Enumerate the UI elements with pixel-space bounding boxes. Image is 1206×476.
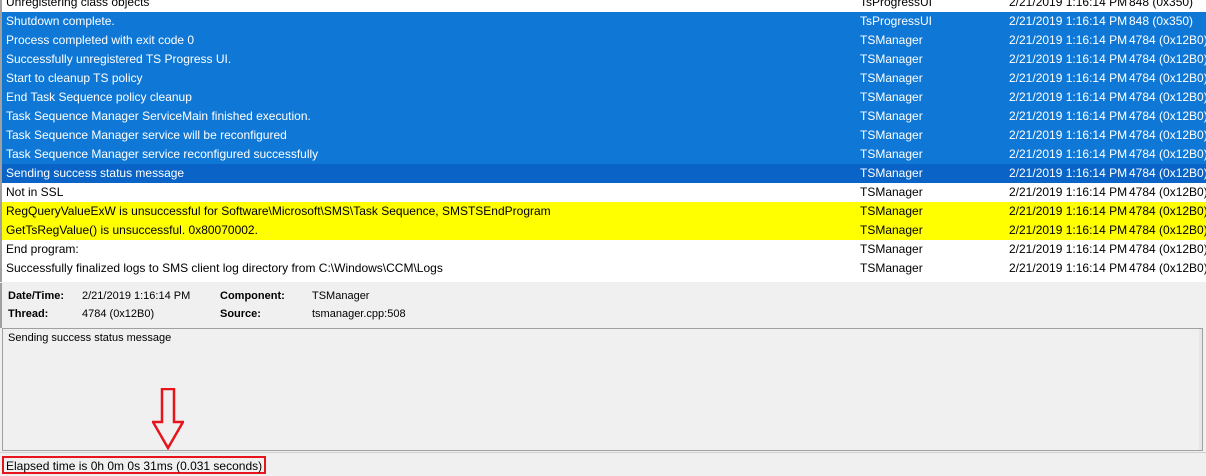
log-list[interactable]: Unregistering class objects TsProgressUI 2… xyxy=(0,0,1206,282)
log-row[interactable]: End program: TSManager 2/21/2019 1:16:14 P… xyxy=(2,240,1206,259)
status-bar: Elapsed time is 0h 0m 0s 31ms (0.031 sec… xyxy=(0,452,1206,476)
log-component-cell: TSManager xyxy=(860,261,923,275)
log-thread-cell: 4784 (0x12B0) xyxy=(1129,109,1206,123)
log-thread-cell: 4784 (0x12B0) xyxy=(1129,71,1206,85)
log-component-cell: TSManager xyxy=(860,33,923,47)
source-value: tsmanager.cpp:508 xyxy=(312,308,406,320)
component-label: Component: xyxy=(220,290,285,302)
log-row[interactable]: End Task Sequence policy cleanup TSManage… xyxy=(2,88,1206,107)
log-row[interactable]: Sending success status message TSManager 2… xyxy=(2,164,1206,183)
log-datetime-cell: 2/21/2019 1:16:14 PM xyxy=(1009,33,1127,47)
log-thread-cell: 4784 (0x12B0) xyxy=(1129,242,1206,256)
log-datetime-cell: 2/21/2019 1:16:14 PM xyxy=(1009,242,1127,256)
log-component-cell: TSManager xyxy=(860,242,923,256)
log-message-cell: End program: xyxy=(6,242,79,256)
thread-value: 4784 (0x12B0) xyxy=(82,308,155,320)
log-datetime-cell: 2/21/2019 1:16:14 PM xyxy=(1009,166,1127,180)
component-value: TSManager xyxy=(312,290,370,302)
log-thread-cell: 4784 (0x12B0) xyxy=(1129,166,1206,180)
cmtrace-window: Unregistering class objects TsProgressUI 2… xyxy=(0,0,1206,476)
log-row[interactable]: Task Sequence Manager service will be re… xyxy=(2,126,1206,145)
message-scrollbar[interactable] xyxy=(1199,329,1202,450)
log-message-cell: Successfully finalized logs to SMS clien… xyxy=(6,261,443,275)
log-message-cell: Task Sequence Manager ServiceMain finish… xyxy=(6,109,311,123)
log-message-cell: Start to cleanup TS policy xyxy=(6,71,143,85)
log-thread-cell: 4784 (0x12B0) xyxy=(1129,128,1206,142)
log-datetime-cell: 2/21/2019 1:16:14 PM xyxy=(1009,204,1127,218)
log-component-cell: TSManager xyxy=(860,204,923,218)
log-datetime-cell: 2/21/2019 1:16:14 PM xyxy=(1009,71,1127,85)
log-row[interactable]: Unregistering class objects TsProgressUI 2… xyxy=(2,0,1206,12)
log-component-cell: TSManager xyxy=(860,90,923,104)
log-row[interactable]: Task Sequence Manager ServiceMain finish… xyxy=(2,107,1206,126)
log-component-cell: TSManager xyxy=(860,128,923,142)
log-component-cell: TsProgressUI xyxy=(860,14,933,28)
log-thread-cell: 4784 (0x12B0) xyxy=(1129,52,1206,66)
log-row[interactable]: Shutdown complete. TsProgressUI 2/21/2019 … xyxy=(2,12,1206,31)
log-component-cell: TSManager xyxy=(860,71,923,85)
datetime-label: Date/Time: xyxy=(8,290,65,302)
log-thread-cell: 4784 (0x12B0) xyxy=(1129,147,1206,161)
log-datetime-cell: 2/21/2019 1:16:14 PM xyxy=(1009,14,1127,28)
log-component-cell: TsProgressUI xyxy=(860,0,933,9)
log-message-cell: Process completed with exit code 0 xyxy=(6,33,195,47)
log-datetime-cell: 2/21/2019 1:16:14 PM xyxy=(1009,90,1127,104)
log-message-cell: Sending success status message xyxy=(6,166,185,180)
log-thread-cell: 4784 (0x12B0) xyxy=(1129,223,1206,237)
log-thread-cell: 4784 (0x12B0) xyxy=(1129,90,1206,104)
log-message-cell: Unregistering class objects xyxy=(6,0,150,9)
log-datetime-cell: 2/21/2019 1:16:14 PM xyxy=(1009,261,1127,275)
log-thread-cell: 4784 (0x12B0) xyxy=(1129,33,1206,47)
log-row[interactable]: Successfully unregistered TS Progress UI… xyxy=(2,50,1206,69)
log-row[interactable]: Task Sequence Manager service reconfigur… xyxy=(2,145,1206,164)
log-component-cell: TSManager xyxy=(860,223,923,237)
log-thread-cell: 4784 (0x12B0) xyxy=(1129,185,1206,199)
log-message-cell: Shutdown complete. xyxy=(6,14,115,28)
log-datetime-cell: 2/21/2019 1:16:14 PM xyxy=(1009,147,1127,161)
log-message-cell: Task Sequence Manager service will be re… xyxy=(6,128,287,142)
down-arrow-icon xyxy=(152,388,184,450)
log-datetime-cell: 2/21/2019 1:16:14 PM xyxy=(1009,0,1127,9)
log-component-cell: TSManager xyxy=(860,109,923,123)
log-datetime-cell: 2/21/2019 1:16:14 PM xyxy=(1009,52,1127,66)
source-label: Source: xyxy=(220,308,261,320)
log-component-cell: TSManager xyxy=(860,52,923,66)
log-thread-cell: 848 (0x350) xyxy=(1129,0,1194,9)
log-message-cell: Successfully unregistered TS Progress UI… xyxy=(6,52,232,66)
log-message-cell: GetTsRegValue() is unsuccessful. 0x80070… xyxy=(6,223,258,237)
log-datetime-cell: 2/21/2019 1:16:14 PM xyxy=(1009,109,1127,123)
log-component-cell: TSManager xyxy=(860,147,923,161)
log-datetime-cell: 2/21/2019 1:16:14 PM xyxy=(1009,128,1127,142)
log-row[interactable]: Successfully finalized logs to SMS clien… xyxy=(2,259,1206,278)
log-thread-cell: 4784 (0x12B0) xyxy=(1129,204,1206,218)
detail-pane: Date/Time: 2/21/2019 1:16:14 PM Componen… xyxy=(0,283,1206,328)
log-row[interactable]: RegQueryValueExW is unsuccessful for Sof… xyxy=(2,202,1206,221)
log-thread-cell: 4784 (0x12B0) xyxy=(1129,261,1206,275)
thread-label: Thread: xyxy=(8,308,49,320)
log-message-cell: Not in SSL xyxy=(6,185,64,199)
log-message-cell: RegQueryValueExW is unsuccessful for Sof… xyxy=(6,204,551,218)
log-row[interactable]: Process completed with exit code 0 TSMana… xyxy=(2,31,1206,50)
log-message-cell: Task Sequence Manager service reconfigur… xyxy=(6,147,319,161)
log-message-cell: End Task Sequence policy cleanup xyxy=(6,90,192,104)
log-component-cell: TSManager xyxy=(860,185,923,199)
log-row[interactable]: Start to cleanup TS policy TSManager 2/21/… xyxy=(2,69,1206,88)
log-datetime-cell: 2/21/2019 1:16:14 PM xyxy=(1009,185,1127,199)
log-thread-cell: 848 (0x350) xyxy=(1129,14,1194,28)
elapsed-time-text: Elapsed time is 0h 0m 0s 31ms (0.031 sec… xyxy=(2,456,267,474)
log-row[interactable]: Not in SSL TSManager 2/21/2019 1:16:14 PM 4… xyxy=(2,183,1206,202)
log-component-cell: TSManager xyxy=(860,166,923,180)
log-datetime-cell: 2/21/2019 1:16:14 PM xyxy=(1009,223,1127,237)
log-row[interactable]: GetTsRegValue() is unsuccessful. 0x80070… xyxy=(2,221,1206,240)
datetime-value: 2/21/2019 1:16:14 PM xyxy=(82,290,191,302)
message-detail-text: Sending success status message xyxy=(8,332,172,344)
log-rows: Unregistering class objects TsProgressUI 2… xyxy=(2,0,1206,278)
